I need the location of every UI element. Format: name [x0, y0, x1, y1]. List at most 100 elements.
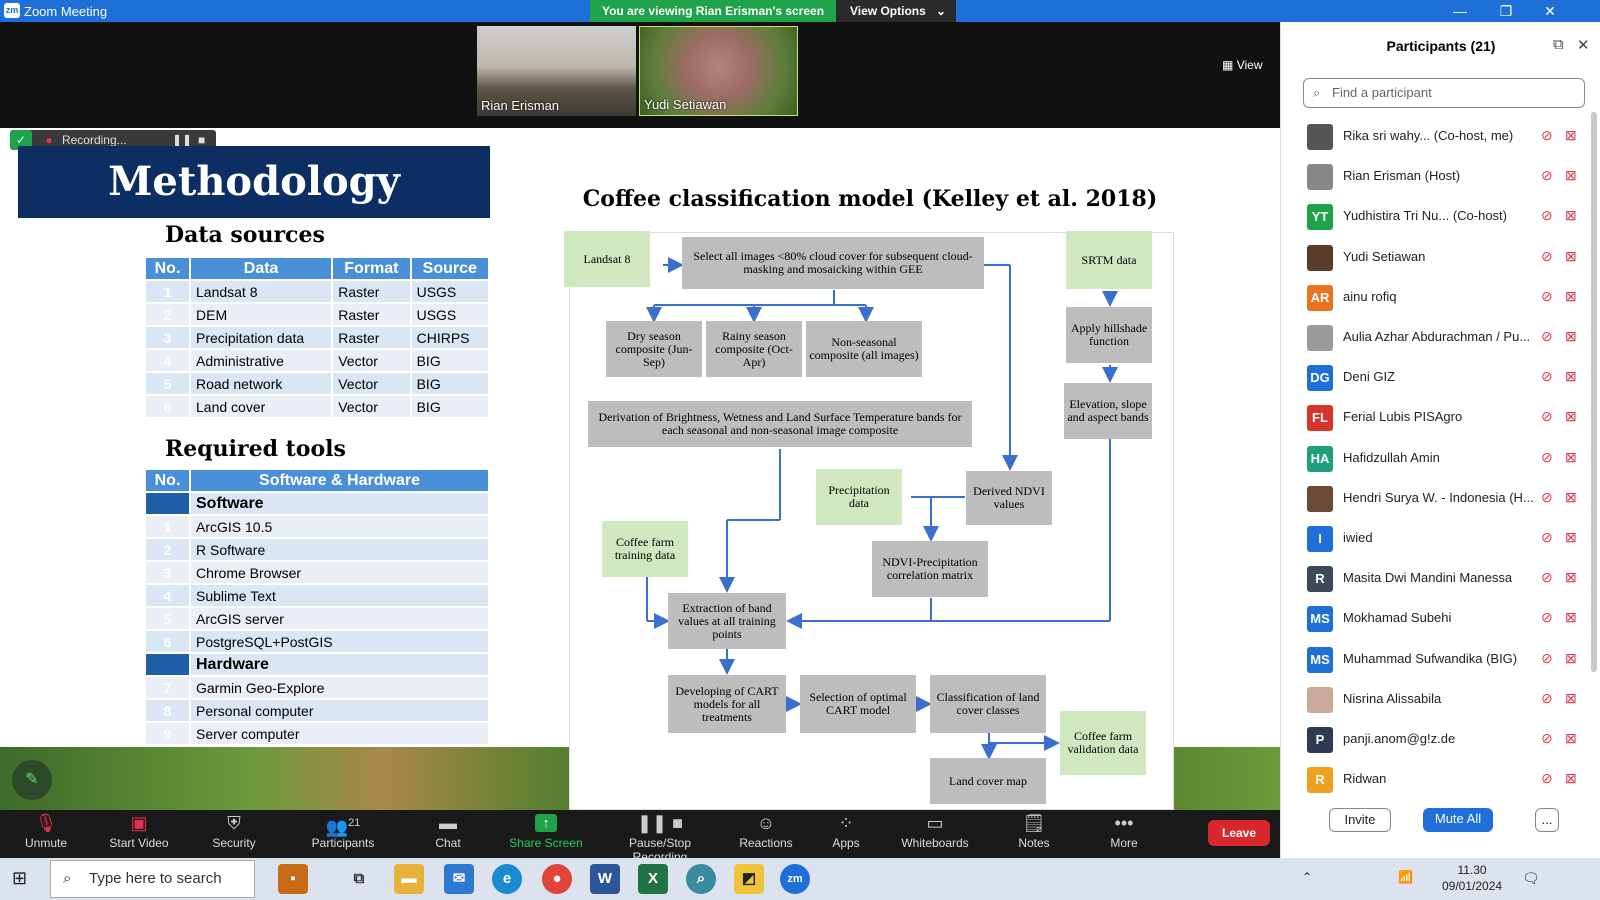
mic-muted-icon[interactable]: ⊘ — [1541, 609, 1553, 626]
excel-icon[interactable]: X — [638, 864, 668, 894]
video-off-icon[interactable]: ⊠ — [1565, 127, 1577, 144]
leave-button[interactable]: Leave — [1208, 820, 1270, 846]
video-off-icon[interactable]: ⊠ — [1565, 248, 1577, 265]
video-off-icon[interactable]: ⊠ — [1565, 770, 1577, 787]
video-off-icon[interactable]: ⊠ — [1565, 489, 1577, 506]
apps-button[interactable]: ⁘ Apps — [826, 810, 866, 858]
video-off-icon[interactable]: ⊠ — [1565, 288, 1577, 305]
participant-row[interactable]: Nisrina Alissabila ⊘ ⊠ — [1281, 679, 1600, 719]
participant-row[interactable]: AR ainu rofiq ⊘ ⊠ — [1281, 277, 1600, 317]
network-icon[interactable]: 📶 — [1398, 870, 1413, 884]
participant-row[interactable]: DG Deni GIZ ⊘ ⊠ — [1281, 357, 1600, 397]
participant-row[interactable]: Ppanji.anom@g!z.de ⊘ ⊠ — [1281, 719, 1600, 759]
mic-muted-icon[interactable]: ⊘ — [1541, 449, 1553, 466]
chrome-icon[interactable]: ● — [542, 864, 572, 894]
whiteboards-button[interactable]: ▭ Whiteboards — [898, 810, 972, 858]
video-off-icon[interactable]: ⊠ — [1565, 368, 1577, 385]
avatar — [1307, 244, 1333, 271]
participants-button[interactable]: 👥21 Participants — [308, 810, 378, 858]
mic-muted-icon[interactable]: ⊘ — [1541, 489, 1553, 506]
video-off-icon[interactable]: ⊠ — [1565, 730, 1577, 747]
word-icon[interactable]: W — [590, 864, 620, 894]
popout-icon[interactable]: ⧉ — [1553, 36, 1564, 53]
video-off-icon[interactable]: ⊠ — [1565, 408, 1577, 425]
file-explorer-icon[interactable]: ▬ — [394, 864, 424, 894]
close-panel-icon[interactable]: ✕ — [1577, 36, 1590, 54]
invite-button[interactable]: Invite — [1329, 808, 1391, 832]
video-off-icon[interactable]: ⊠ — [1565, 690, 1577, 707]
mic-muted-icon[interactable]: ⊘ — [1541, 770, 1553, 787]
view-options-button[interactable]: View Options ⌄ — [836, 0, 956, 22]
mic-muted-icon[interactable]: ⊘ — [1541, 690, 1553, 707]
participant-row[interactable]: R Masita Dwi Mandini Manessa ⊘ ⊠ — [1281, 558, 1600, 598]
participant-row[interactable]: R Ridwan ⊘ ⊠ — [1281, 759, 1600, 799]
mic-muted-icon[interactable]: ⊘ — [1541, 207, 1553, 224]
sticky-notes-icon[interactable]: ◩ — [734, 864, 764, 894]
video-off-icon[interactable]: ⊠ — [1565, 569, 1577, 586]
participant-row[interactable]: Yudi Setiawan ⊘ ⊠ — [1281, 237, 1600, 277]
close-icon[interactable]: ✕ — [1538, 2, 1562, 20]
edge-icon[interactable]: e — [492, 864, 522, 894]
video-off-icon[interactable]: ⊠ — [1565, 328, 1577, 345]
mic-muted-icon[interactable]: ⊘ — [1541, 167, 1553, 184]
windows-taskbar: ⊞ ⌕ Type here to search ▪ ⧉ ▬ ✉ e ● W X … — [0, 858, 1600, 900]
mic-muted-icon[interactable]: ⊘ — [1541, 127, 1553, 144]
mic-muted-icon[interactable]: ⊘ — [1541, 408, 1553, 425]
reactions-button[interactable]: ☺ Reactions — [738, 810, 794, 858]
mute-all-button[interactable]: Mute All — [1423, 808, 1493, 832]
mic-muted-icon[interactable]: ⊘ — [1541, 730, 1553, 747]
taskbar-search-input[interactable]: ⌕ Type here to search — [50, 860, 255, 898]
participant-row[interactable]: FL Ferial Lubis PISAgro ⊘ ⊠ — [1281, 397, 1600, 437]
magnifier-app-icon[interactable]: ⌕ — [686, 864, 716, 894]
maximize-icon[interactable]: ❐ — [1494, 2, 1518, 20]
video-tile-rian[interactable]: Rian Erisman — [477, 26, 636, 116]
more-options-button[interactable]: ... — [1535, 808, 1559, 832]
video-off-icon[interactable]: ⊠ — [1565, 167, 1577, 184]
security-button[interactable]: ⛨ Security — [206, 810, 262, 858]
scrollbar[interactable] — [1591, 112, 1597, 672]
mic-muted-icon[interactable]: ⊘ — [1541, 569, 1553, 586]
more-button[interactable]: ••• More — [1104, 810, 1144, 858]
participant-row[interactable]: Iiwied ⊘ ⊠ — [1281, 518, 1600, 558]
mail-icon[interactable]: ✉ — [444, 864, 474, 894]
participant-row[interactable]: Aulia Azhar Abdurachman / Pu... ⊘ ⊠ — [1281, 317, 1600, 357]
participant-row[interactable]: HA Hafidzullah Amin ⊘ ⊠ — [1281, 438, 1600, 478]
mic-muted-icon[interactable]: ⊘ — [1541, 288, 1553, 305]
taskbar-clock[interactable]: 11.30 09/01/2024 — [1442, 862, 1502, 894]
mic-muted-icon[interactable]: ⊘ — [1541, 650, 1553, 667]
mic-muted-icon[interactable]: ⊘ — [1541, 328, 1553, 345]
video-off-icon[interactable]: ⊠ — [1565, 650, 1577, 667]
mic-muted-icon[interactable]: ⊘ — [1541, 368, 1553, 385]
minimize-icon[interactable]: — — [1448, 2, 1472, 20]
mic-muted-icon[interactable]: ⊘ — [1541, 529, 1553, 546]
start-video-button[interactable]: ▣ Start Video — [104, 810, 174, 858]
zoom-taskbar-icon[interactable]: zm — [780, 864, 810, 894]
video-tile-yudi[interactable]: Yudi Setiawan — [639, 26, 798, 116]
video-off-icon[interactable]: ⊠ — [1565, 529, 1577, 546]
table-cell: Raster — [331, 279, 412, 304]
task-view-icon[interactable]: ⧉ — [344, 864, 374, 894]
participant-row[interactable]: Rian Erisman (Host) ⊘ ⊠ — [1281, 156, 1600, 196]
participant-row[interactable]: MS Muhammad Sufwandika (BIG) ⊘ ⊠ — [1281, 639, 1600, 679]
pause-stop-recording-button[interactable]: ❚❚ ■ Pause/Stop Recording — [600, 810, 720, 864]
participant-row[interactable]: Rika sri wahy... (Co-host, me) ⊘ ⊠ — [1281, 116, 1600, 156]
video-off-icon[interactable]: ⊠ — [1565, 449, 1577, 466]
video-off-icon[interactable]: ⊠ — [1565, 609, 1577, 626]
start-icon[interactable]: ⊞ — [12, 868, 27, 889]
notification-icon[interactable]: 🗨 — [1522, 870, 1540, 887]
notes-button[interactable]: 🗒 Notes — [1014, 810, 1054, 858]
participant-row[interactable]: Hendri Surya W. - Indonesia (H... ⊘ ⊠ — [1281, 478, 1600, 518]
video-off-icon[interactable]: ⊠ — [1565, 207, 1577, 224]
participant-row[interactable]: YT Yudhistira Tri Nu... (Co-host) ⊘ ⊠ — [1281, 196, 1600, 236]
annotate-pencil-icon[interactable]: ✎ — [12, 760, 52, 800]
unmute-button[interactable]: 🎙 Unmute — [18, 810, 74, 858]
briefcase-app-icon[interactable]: ▪ — [278, 864, 308, 894]
mic-muted-icon[interactable]: ⊘ — [1541, 248, 1553, 265]
tray-chevron-up-icon[interactable]: ⌃ — [1302, 870, 1312, 884]
view-button[interactable]: ▦ View — [1222, 58, 1262, 72]
chat-button[interactable]: ▬ Chat — [428, 810, 468, 858]
share-screen-button[interactable]: ↑ Share Screen — [508, 810, 584, 858]
participant-row[interactable]: MS Mokhamad Subehi ⊘ ⊠ — [1281, 598, 1600, 638]
find-participant-input[interactable]: ⌕ Find a participant — [1303, 78, 1585, 108]
apps-icon: ⁘ — [838, 813, 854, 833]
